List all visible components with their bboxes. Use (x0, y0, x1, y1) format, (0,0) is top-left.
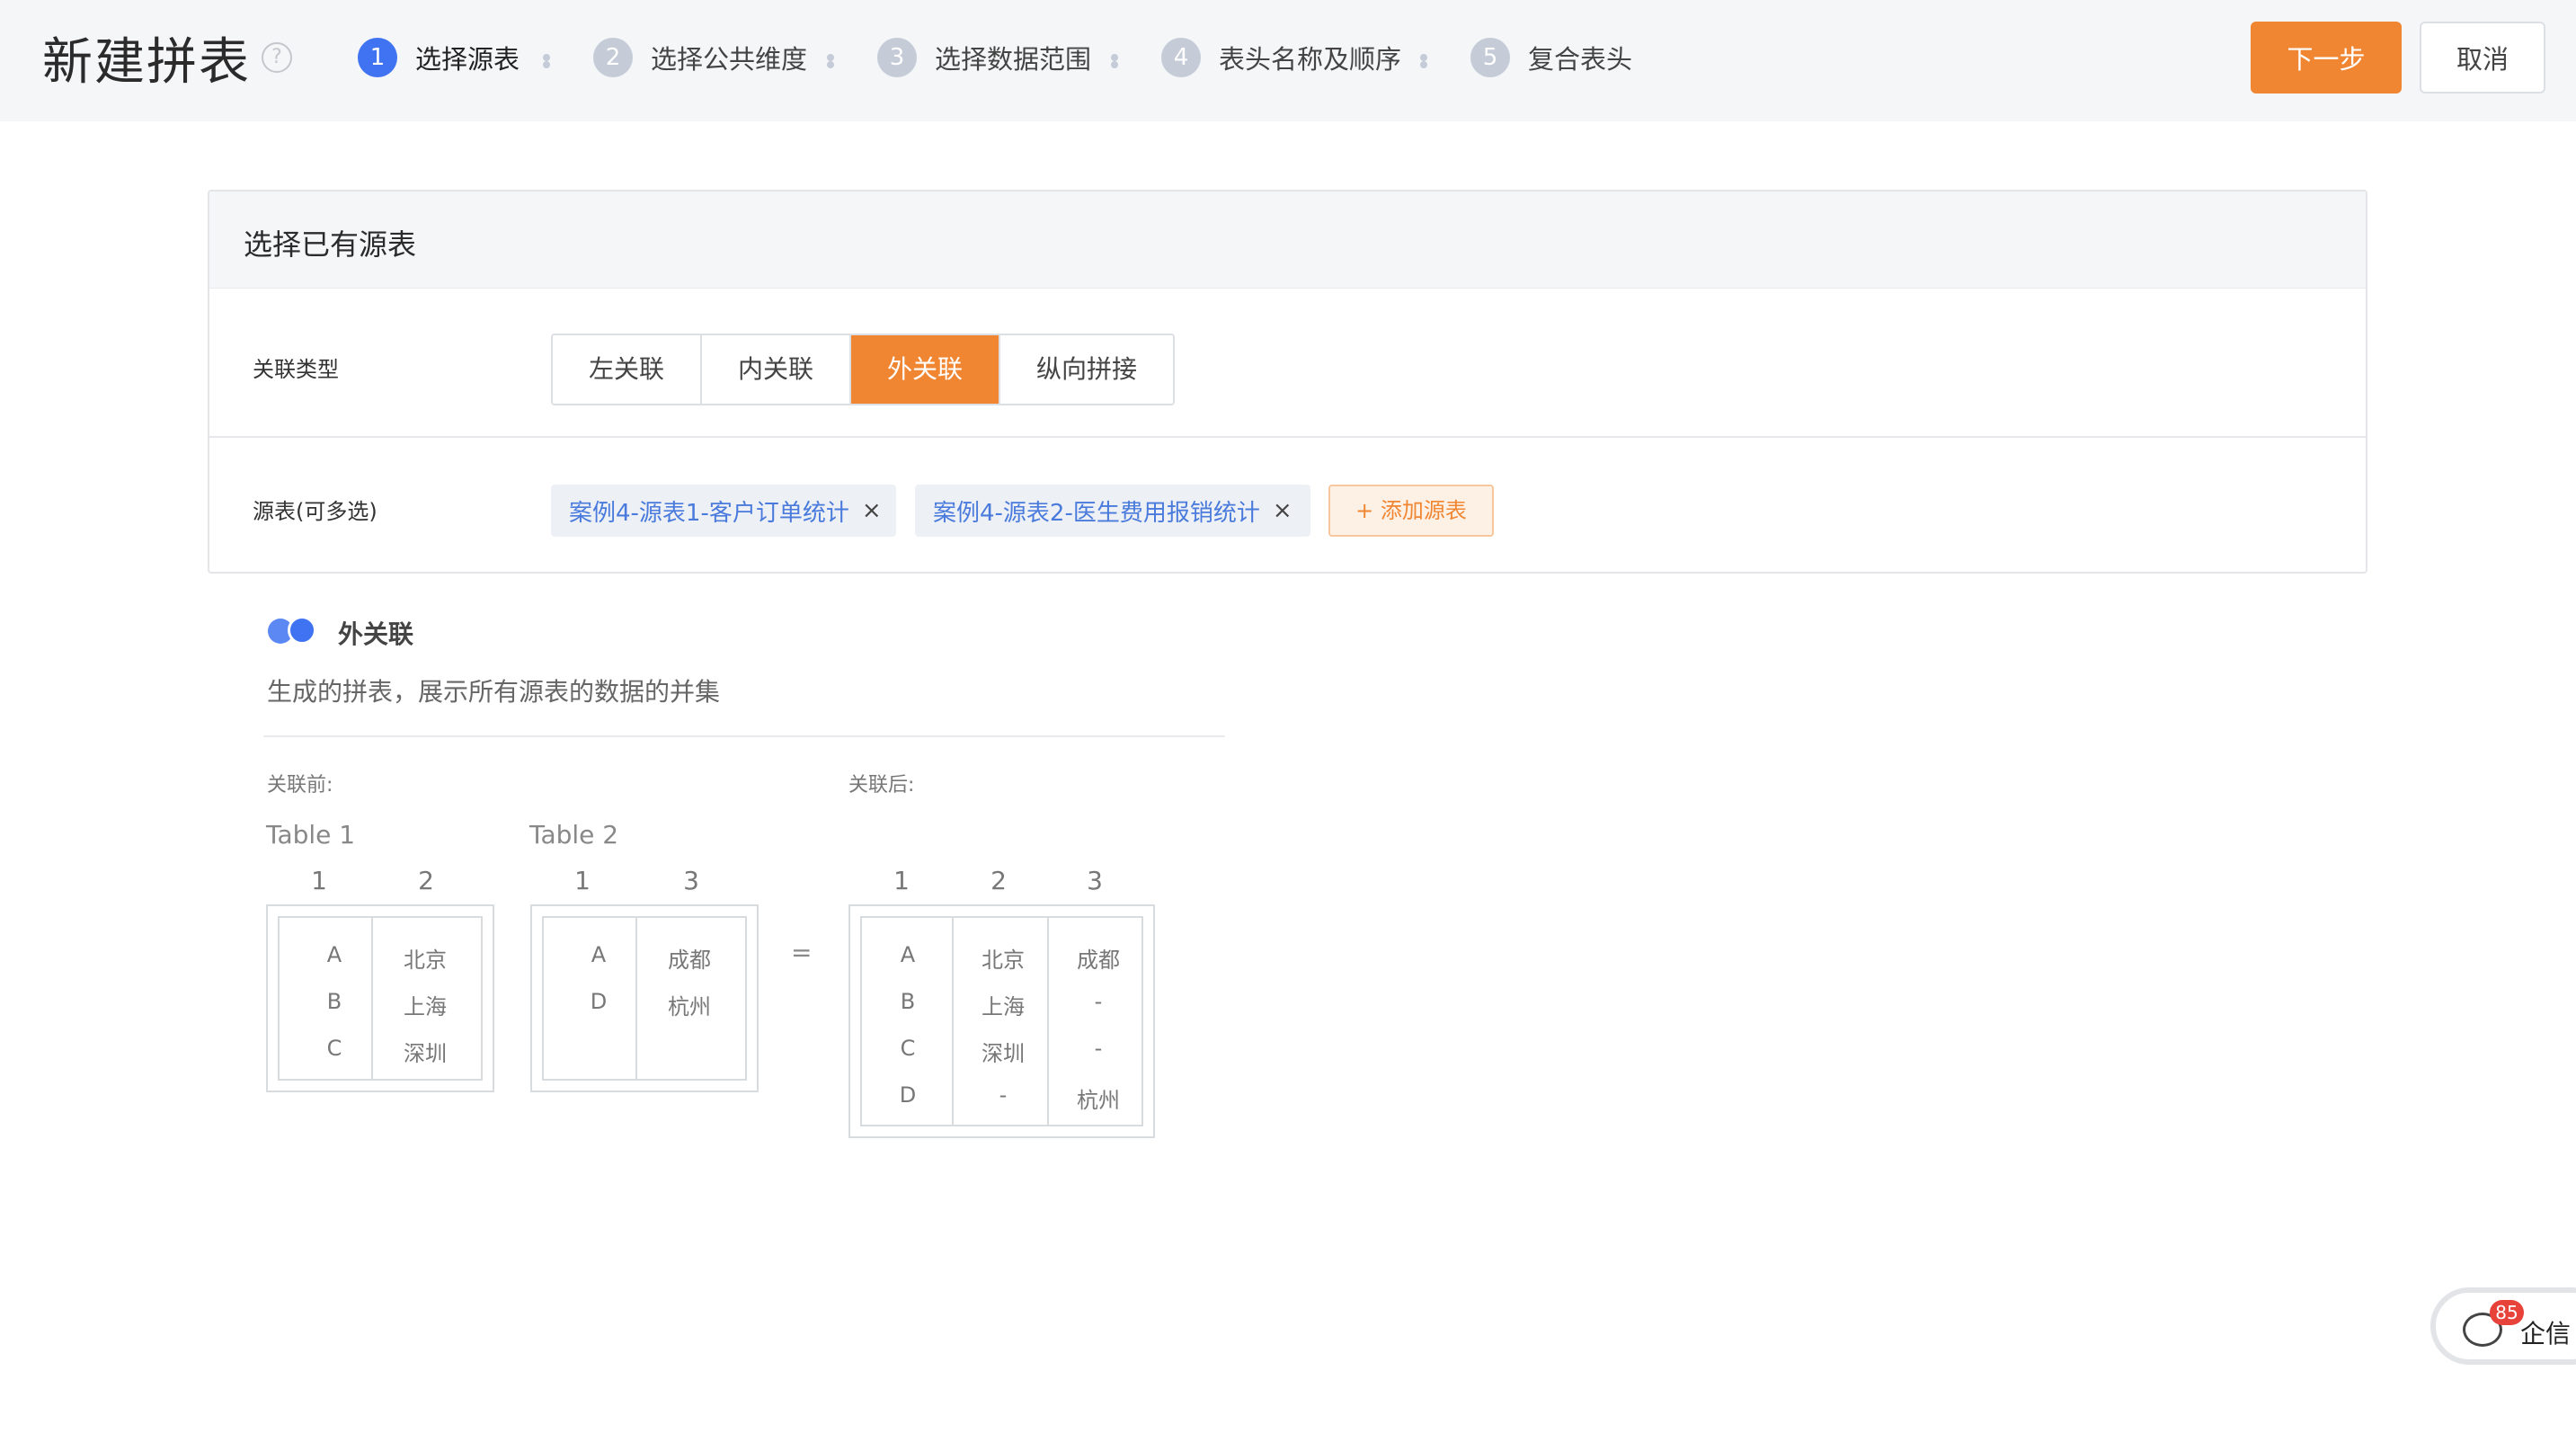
before-label: 关联前: (267, 774, 333, 797)
table-cell: A (326, 942, 342, 967)
table-cell: 杭州 (1077, 1088, 1120, 1113)
table-cell: 上海 (982, 994, 1025, 1019)
join-type-inner[interactable]: 内关联 (702, 335, 851, 404)
step-separator (1111, 54, 1125, 68)
next-step-button[interactable]: 下一步 (2251, 22, 2402, 93)
column-header: 2 (418, 866, 434, 895)
table-cell: C (900, 1036, 916, 1061)
table-cell: B (326, 989, 342, 1014)
join-type-selector: 左关联 内关联 外关联 纵向拼接 (551, 334, 1175, 405)
divider (263, 735, 1225, 737)
table-cell: D (899, 1082, 917, 1108)
step-label: 选择公共维度 (651, 44, 808, 75)
table2-diagram: A D 成都 杭州 (530, 904, 759, 1092)
join-type-vertical[interactable]: 纵向拼接 (1000, 335, 1173, 404)
table-cell: C (326, 1036, 342, 1061)
step-label: 复合表头 (1528, 44, 1633, 75)
step-4[interactable]: 4 表头名称及顺序 (1161, 36, 1401, 79)
table1-diagram: A B C 北京 上海 深圳 (266, 904, 494, 1092)
top-header: 新建拼表 ? 1 选择源表 2 选择公共维度 3 选择数据范围 4 表头名称及顺… (0, 0, 2576, 121)
table-cell: 成都 (668, 948, 711, 973)
column-header: 3 (683, 866, 699, 895)
panel-title: 选择已有源表 (244, 227, 417, 262)
add-source-button[interactable]: + 添加源表 (1328, 485, 1494, 537)
step-separator (827, 54, 841, 68)
after-label: 关联后: (848, 774, 915, 797)
chat-widget[interactable]: 85 企信 (2430, 1287, 2576, 1365)
page-title: 新建拼表 (42, 33, 251, 92)
step-label: 选择数据范围 (935, 44, 1092, 75)
unread-badge: 85 (2490, 1300, 2524, 1325)
table1-title: Table 1 (266, 820, 356, 850)
step-number: 1 (358, 38, 397, 77)
table-cell: - (999, 1082, 1008, 1108)
column-header: 1 (893, 866, 910, 895)
join-description-title: 外关联 (338, 619, 414, 649)
table-cell: 成都 (1077, 948, 1120, 973)
source-tag: 案例4-源表1-客户订单统计 × (551, 485, 896, 537)
column-header: 1 (574, 866, 591, 895)
close-icon[interactable]: × (862, 497, 882, 524)
table-cell: 上海 (404, 994, 447, 1019)
join-type-label: 关联类型 (253, 357, 339, 382)
step-2[interactable]: 2 选择公共维度 (593, 36, 807, 79)
table-cell: 深圳 (982, 1041, 1025, 1066)
source-tables-row: 源表(可多选) 案例4-源表1-客户订单统计 × 案例4-源表2-医生费用报销统… (209, 438, 2366, 574)
table-cell: A (900, 942, 916, 967)
step-number: 5 (1470, 38, 1510, 77)
join-type-left[interactable]: 左关联 (553, 335, 702, 404)
table-cell: - (1094, 989, 1103, 1014)
step-5[interactable]: 5 复合表头 (1470, 36, 1632, 79)
step-1[interactable]: 1 选择源表 (358, 36, 520, 79)
help-icon[interactable]: ? (262, 42, 292, 73)
step-3[interactable]: 3 选择数据范围 (877, 36, 1091, 79)
source-tag-label: 案例4-源表2-医生费用报销统计 (933, 499, 1260, 527)
step-label: 表头名称及顺序 (1219, 44, 1402, 75)
equals-sign: = (791, 938, 813, 967)
table-cell: 北京 (404, 948, 447, 973)
source-tag-label: 案例4-源表1-客户订单统计 (569, 499, 849, 527)
step-number: 3 (877, 38, 917, 77)
join-type-row: 关联类型 左关联 内关联 外关联 纵向拼接 (209, 289, 2366, 438)
join-description-text: 生成的拼表，展示所有源表的数据的并集 (267, 677, 721, 707)
source-table-panel: 选择已有源表 关联类型 左关联 内关联 外关联 纵向拼接 源表(可多选) 案例4… (208, 190, 2367, 574)
table2-title: Table 2 (529, 820, 619, 850)
column-header: 1 (311, 866, 327, 895)
step-separator (543, 54, 557, 68)
column-header: 3 (1087, 866, 1103, 895)
chat-label: 企信 (2520, 1319, 2572, 1349)
table-cell: 北京 (982, 948, 1025, 973)
column-header: 2 (990, 866, 1007, 895)
step-label: 选择源表 (415, 44, 520, 75)
table-cell: D (590, 989, 608, 1014)
table-cell: 杭州 (668, 994, 711, 1019)
close-icon[interactable]: × (1273, 497, 1292, 524)
table-cell: - (1094, 1036, 1103, 1061)
venn-icon (268, 616, 316, 645)
source-tables-label: 源表(可多选) (253, 499, 378, 524)
source-tag: 案例4-源表2-医生费用报销统计 × (915, 485, 1310, 537)
table-cell: B (900, 989, 916, 1014)
table-cell: A (591, 942, 607, 967)
step-separator (1420, 54, 1435, 68)
step-number: 2 (593, 38, 633, 77)
step-number: 4 (1161, 38, 1201, 77)
cancel-button[interactable]: 取消 (2420, 22, 2545, 93)
panel-header: 选择已有源表 (209, 191, 2366, 289)
table-cell: 深圳 (404, 1041, 447, 1066)
join-type-outer[interactable]: 外关联 (851, 335, 1000, 404)
result-table-diagram: A B C D 北京 上海 深圳 - 成都 - - 杭州 (848, 904, 1155, 1138)
